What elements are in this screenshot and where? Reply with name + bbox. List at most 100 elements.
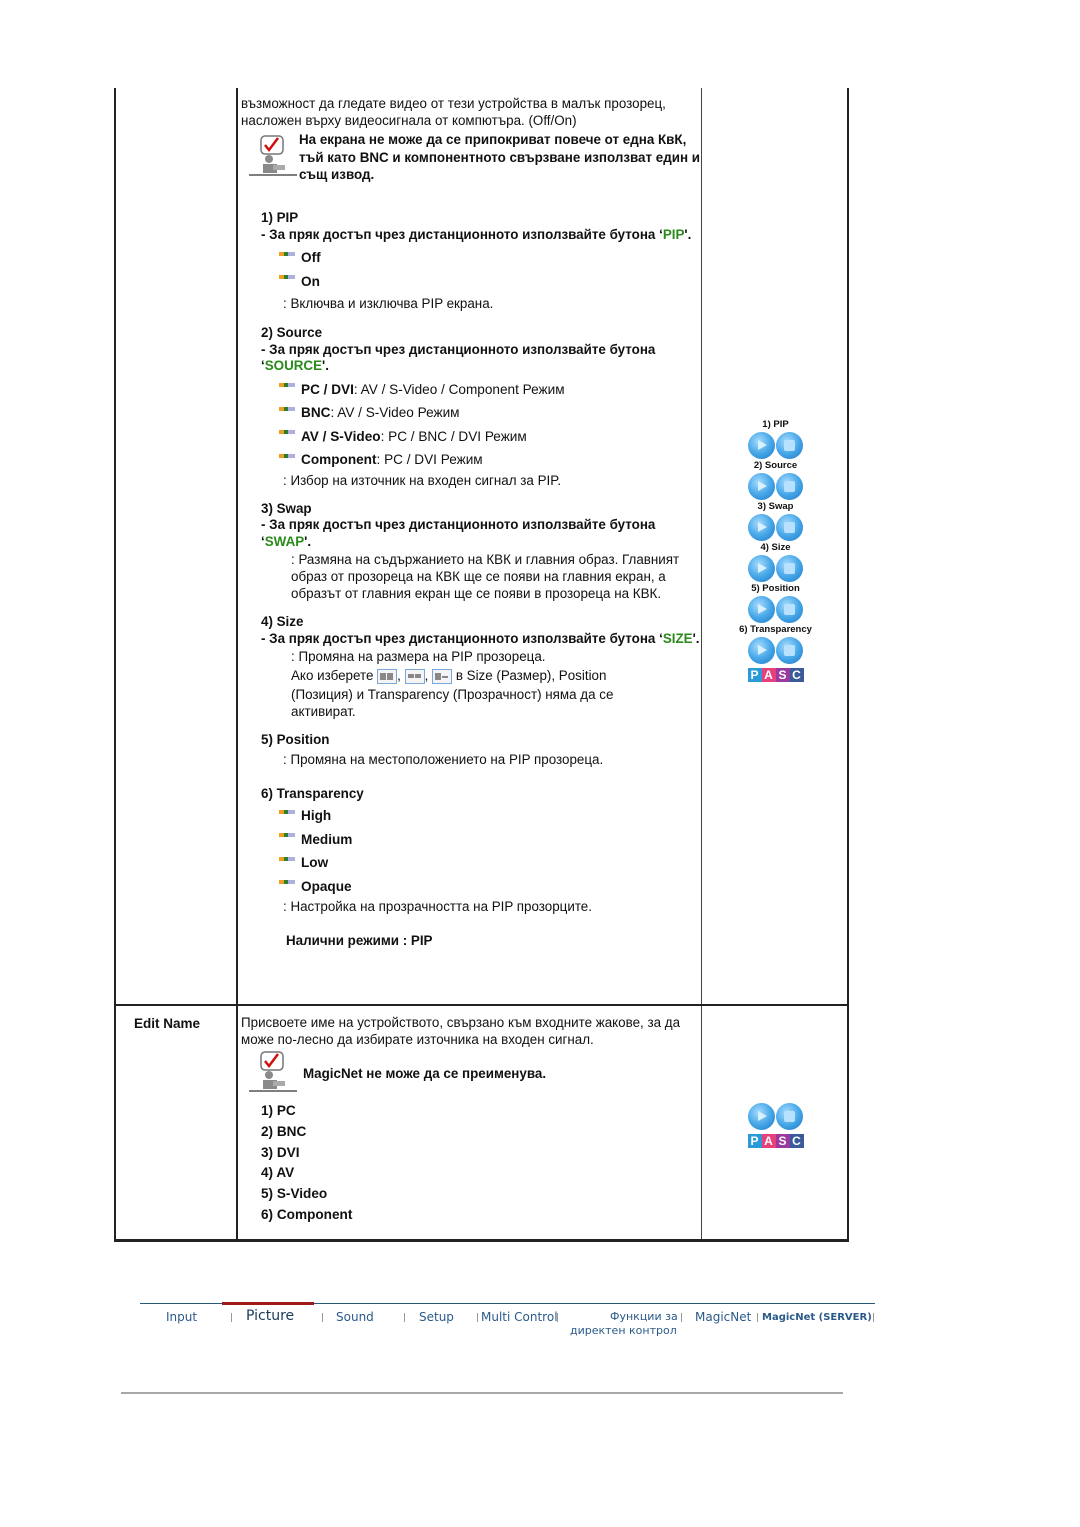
size-desc-line3: (Позиция) и Transparency (Прозрачност) н… — [291, 687, 614, 719]
option-bold: Component — [301, 452, 377, 468]
nav-item-sound[interactable]: Sound — [336, 1310, 374, 1324]
nav-direct-line1: Функции за — [610, 1310, 678, 1323]
option-label: Low — [301, 855, 329, 871]
remote-stop-icon — [776, 595, 803, 623]
edit-name-row: Edit Name Присвоете име на устройството,… — [114, 1004, 849, 1242]
option-bold: AV / S-Video — [301, 428, 381, 444]
footer-rule — [121, 1392, 843, 1394]
bullet-icon — [279, 809, 295, 814]
section-position-title: 5) Position — [261, 732, 330, 747]
size-desc2-a: Ако изберете — [291, 668, 374, 683]
note-text: На екрана не може да се припокриват пове… — [299, 132, 700, 182]
nav-separator — [322, 1313, 323, 1322]
bullet-icon — [279, 453, 295, 458]
remote-play-icon — [748, 472, 775, 500]
intro-text: възможност да гледате видео от тези устр… — [241, 96, 666, 128]
bullet-icon — [279, 275, 295, 280]
remote-play-icon — [748, 513, 775, 541]
row-label-cell — [114, 88, 238, 1004]
option-label: High — [301, 808, 332, 824]
edit-name-description-cell: Присвоете име на устройството, свързано … — [238, 1006, 702, 1239]
pasc-logo: PASC — [702, 668, 849, 682]
section-swap-title: 3) Swap — [261, 500, 312, 516]
pasc-logo: PASC — [702, 1134, 849, 1148]
nav-separator — [477, 1313, 478, 1322]
option-rest: : AV / S-Video / Component Режим — [353, 381, 565, 397]
note-check-icon — [249, 135, 297, 176]
pip-description-cell: възможност да гледате видео от тези устр… — [238, 88, 702, 1004]
pip-row: възможност да гледате видео от тези устр… — [114, 88, 849, 1005]
option-label: On — [301, 273, 320, 289]
edit-name-desc: Присвоете име на устройството, свързано … — [241, 1015, 681, 1047]
list-item: 4) AV — [261, 1165, 295, 1181]
bullet-icon — [279, 880, 295, 885]
nav-item-direct-control[interactable]: Функции за — [610, 1310, 678, 1323]
remote-label: 3) Swap — [757, 501, 794, 512]
edit-name-label: Edit Name — [134, 1016, 201, 1031]
remote-stop-icon — [776, 472, 803, 500]
pasc-letter: A — [761, 1134, 776, 1148]
source-option: BNC : AV / S-Video Режим — [279, 401, 701, 425]
pasc-letter: C — [789, 1134, 804, 1148]
nav-item-picture[interactable]: Picture — [246, 1308, 294, 1324]
nav-item-magicnet[interactable]: MagicNet — [695, 1310, 751, 1324]
nav-separator — [557, 1313, 558, 1322]
remote-group: 5) Position — [702, 583, 849, 624]
list-item: 5) S-Video — [261, 1186, 328, 1202]
option-rest: : PC / BNC / DVI Режим — [380, 428, 527, 444]
remote-label: 6) Transparency — [739, 624, 812, 635]
pasc-letter: S — [775, 668, 790, 682]
option-on: On — [279, 270, 701, 294]
list-item: 3) DVI — [261, 1144, 300, 1160]
remote-play-icon — [748, 431, 775, 459]
nav-active-indicator — [222, 1302, 314, 1305]
pasc-letter: P — [747, 668, 762, 682]
size-desc: : Промяна на размера на PIP прозореца. — [291, 649, 546, 664]
pasc-letter: C — [789, 668, 804, 682]
direct-prefix: - За пряк достъп чрез дистанционното изп… — [261, 226, 663, 242]
option-label: Off — [301, 250, 321, 266]
remote-play-icon — [748, 595, 775, 623]
section-size-direct: - За пряк достъп чрез дистанционното изп… — [261, 631, 701, 648]
remote-buttons-cell: 1) PIP 2) Source 3) Swap 4) Size 5) Posi… — [702, 88, 849, 1004]
transparency-desc: : Настройка на прозрачността на PIP проз… — [283, 899, 592, 914]
direct-suffix: '. — [684, 226, 692, 242]
nav-item-input[interactable]: Input — [166, 1310, 197, 1324]
nav-item-setup[interactable]: Setup — [419, 1310, 454, 1324]
remote-group: 4) Size — [702, 542, 849, 583]
size-desc-line2: Ако изберете , , в Size (Размер), Positi… — [291, 668, 607, 684]
section-transparency-title: 6) Transparency — [261, 785, 364, 801]
nav-separator — [681, 1313, 682, 1322]
remote-play-icon — [748, 1102, 775, 1130]
note-check-icon — [249, 1051, 297, 1092]
nav-item-magicnet-server[interactable]: MagicNet (SERVER) — [762, 1312, 872, 1323]
remote-stop-icon — [776, 1102, 803, 1130]
source-option: AV / S-Video : PC / BNC / DVI Режим — [279, 425, 701, 449]
pasc-letter: A — [761, 668, 776, 682]
option-medium: Medium — [279, 828, 701, 852]
nav-separator — [404, 1313, 405, 1322]
pip-desc: : Включва и изключва PIP екрана. — [283, 296, 494, 311]
direct-suffix: '. — [692, 630, 700, 646]
remote-group: 1) PIP — [702, 419, 849, 460]
remote-play-icon — [748, 636, 775, 664]
remote-label: 5) Position — [751, 583, 800, 594]
pasc-letter: S — [775, 1134, 790, 1148]
note-box: На екрана не може да се припокриват пове… — [241, 131, 701, 197]
bullet-icon — [279, 251, 295, 256]
list-item: 6) Component — [261, 1206, 353, 1222]
remote-label: 1) PIP — [762, 419, 789, 430]
direct-prefix: - За пряк достъп чрез дистанционното изп… — [261, 517, 656, 549]
option-bold: PC / DVI — [301, 381, 354, 397]
bullet-icon — [279, 833, 295, 838]
option-label: Medium — [301, 831, 353, 847]
option-bold: BNC — [301, 405, 331, 421]
remote-group: PASC — [702, 1101, 849, 1148]
option-rest: : AV / S-Video Режим — [330, 405, 460, 421]
section-pip-title: 1) PIP — [261, 210, 299, 225]
section-pip-direct: - За пряк достъп чрез дистанционното изп… — [261, 227, 701, 244]
nav-separator — [873, 1313, 874, 1322]
direct-suffix: '. — [304, 533, 312, 549]
edit-name-remote-cell: PASC — [702, 1006, 849, 1239]
nav-item-multi-control[interactable]: Multi Control — [481, 1310, 558, 1324]
